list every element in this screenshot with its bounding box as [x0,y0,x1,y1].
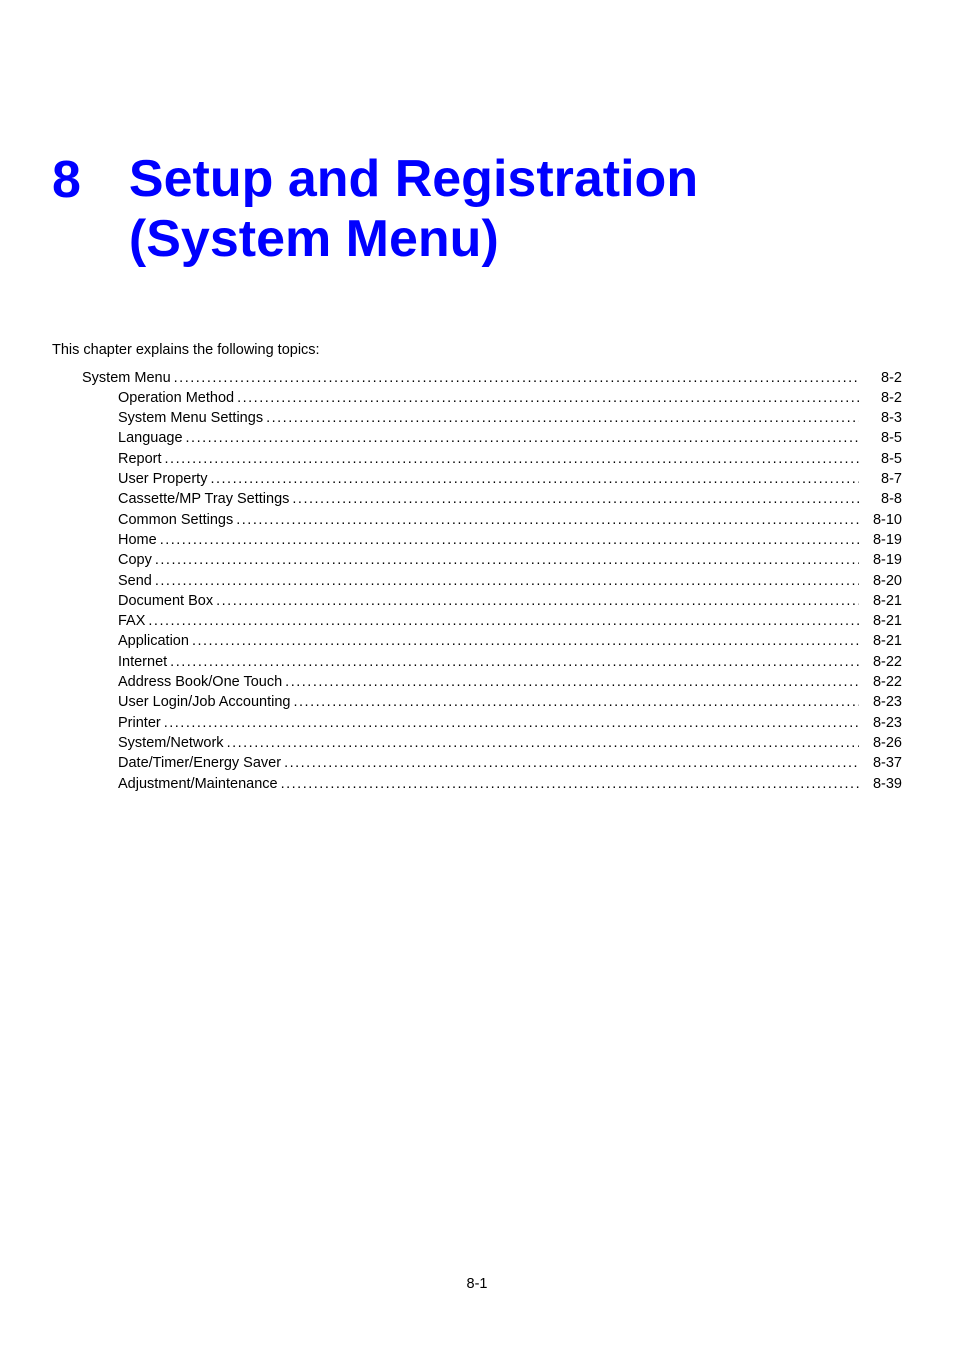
toc-entry[interactable]: Date/Timer/Energy Saver 8-37 [118,753,902,773]
toc-leader-dots [266,408,859,428]
toc-entry-label: Home [118,530,157,550]
toc-entry[interactable]: Document Box 8-21 [118,591,902,611]
toc-entry-label: Operation Method [118,388,234,408]
toc-entry-page: 8-5 [862,428,902,448]
toc-entry-page: 8-21 [862,611,902,631]
toc-entry-label: FAX [118,611,145,631]
toc-entry-page: 8-22 [862,652,902,672]
chapter-heading: 8 Setup and Registration (System Menu) [52,150,902,270]
toc-entry[interactable]: Internet 8-22 [118,652,902,672]
toc-entry[interactable]: Report 8-5 [118,449,902,469]
toc-entry-page: 8-37 [862,753,902,773]
toc-entry-label: System Menu [82,368,171,388]
toc-leader-dots [236,510,859,530]
toc-entry-label: Date/Timer/Energy Saver [118,753,281,773]
toc-entry-label: Report [118,449,162,469]
toc-entry-label: User Property [118,469,207,489]
toc-leader-dots [294,692,860,712]
toc-entry[interactable]: System/Network 8-26 [118,733,902,753]
toc-entry[interactable]: FAX 8-21 [118,611,902,631]
toc-entry-page: 8-3 [862,408,902,428]
chapter-title: Setup and Registration (System Menu) [129,150,698,270]
table-of-contents: System Menu 8-2 Operation Method 8-2 Sys… [52,368,902,794]
toc-entry[interactable]: System Menu 8-2 [82,368,902,388]
toc-entry-page: 8-20 [862,571,902,591]
toc-entry-page: 8-19 [862,530,902,550]
chapter-title-line-2: (System Menu) [129,210,698,270]
toc-entry-page: 8-8 [862,489,902,509]
toc-entry[interactable]: Home 8-19 [118,530,902,550]
toc-leader-dots [192,631,859,651]
toc-entry[interactable]: User Login/Job Accounting 8-23 [118,692,902,712]
intro-text: This chapter explains the following topi… [52,342,902,358]
toc-leader-dots [237,388,859,408]
toc-entry-page: 8-19 [862,550,902,570]
toc-entry-label: System Menu Settings [118,408,263,428]
toc-entry-label: Copy [118,550,152,570]
toc-leader-dots [210,469,859,489]
toc-entry[interactable]: Adjustment/Maintenance 8-39 [118,774,902,794]
toc-entry-label: Send [118,571,152,591]
toc-entry[interactable]: Send 8-20 [118,571,902,591]
toc-entry[interactable]: User Property 8-7 [118,469,902,489]
toc-leader-dots [160,530,859,550]
toc-entry-page: 8-21 [862,631,902,651]
toc-entry-label: Application [118,631,189,651]
toc-leader-dots [285,672,859,692]
toc-leader-dots [216,591,859,611]
toc-entry-label: Address Book/One Touch [118,672,282,692]
toc-entry-page: 8-5 [862,449,902,469]
toc-leader-dots [292,489,859,509]
toc-entry-label: Cassette/MP Tray Settings [118,489,289,509]
toc-leader-dots [155,550,859,570]
toc-entry-page: 8-2 [862,388,902,408]
page-number: 8-1 [0,1276,954,1292]
toc-entry[interactable]: Common Settings 8-10 [118,510,902,530]
toc-leader-dots [170,652,859,672]
toc-leader-dots [281,774,859,794]
toc-leader-dots [284,753,859,773]
toc-leader-dots [155,571,859,591]
toc-leader-dots [227,733,859,753]
toc-entry[interactable]: System Menu Settings 8-3 [118,408,902,428]
toc-entry-page: 8-7 [862,469,902,489]
toc-entry-page: 8-23 [862,692,902,712]
toc-entry-label: Printer [118,713,161,733]
toc-entry-page: 8-39 [862,774,902,794]
toc-leader-dots [148,611,859,631]
chapter-number: 8 [52,150,81,206]
toc-entry-label: Common Settings [118,510,233,530]
toc-entry-label: Document Box [118,591,213,611]
toc-entry-label: Internet [118,652,167,672]
toc-leader-dots [174,368,859,388]
toc-entry-label: Adjustment/Maintenance [118,774,278,794]
toc-entry[interactable]: Operation Method 8-2 [118,388,902,408]
toc-leader-dots [164,713,859,733]
toc-entry[interactable]: Address Book/One Touch 8-22 [118,672,902,692]
toc-entry-label: User Login/Job Accounting [118,692,291,712]
toc-entry-label: Language [118,428,183,448]
toc-entry[interactable]: Cassette/MP Tray Settings 8-8 [118,489,902,509]
toc-entry-page: 8-21 [862,591,902,611]
toc-entry[interactable]: Application 8-21 [118,631,902,651]
toc-entry[interactable]: Language 8-5 [118,428,902,448]
toc-entry[interactable]: Copy 8-19 [118,550,902,570]
toc-leader-dots [165,449,859,469]
toc-entry-page: 8-2 [862,368,902,388]
toc-entry-page: 8-23 [862,713,902,733]
toc-entry-page: 8-22 [862,672,902,692]
chapter-title-line-1: Setup and Registration [129,150,698,210]
toc-entry-label: System/Network [118,733,224,753]
toc-leader-dots [186,428,859,448]
toc-entry-page: 8-26 [862,733,902,753]
toc-entry-page: 8-10 [862,510,902,530]
toc-entry[interactable]: Printer 8-23 [118,713,902,733]
